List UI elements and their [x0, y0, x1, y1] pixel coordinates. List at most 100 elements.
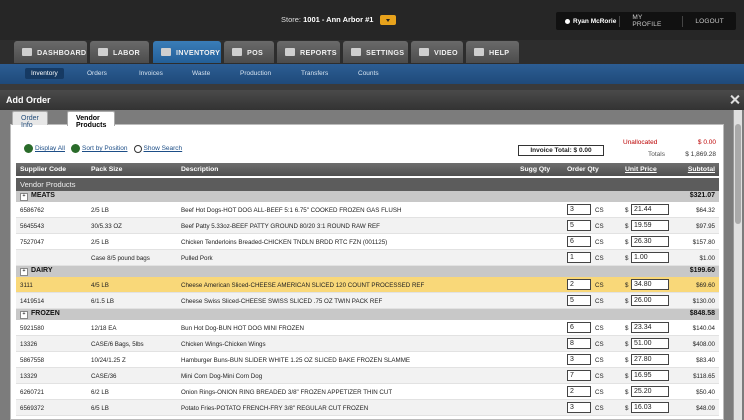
col-sugg-qty[interactable]: Sugg Qty — [520, 166, 550, 173]
grid-header: Supplier Code Pack Size Description Sugg… — [16, 163, 719, 176]
unit-price-input[interactable]: 26.30 — [631, 236, 669, 247]
scrollbar[interactable] — [733, 110, 742, 420]
store-dropdown-icon[interactable] — [379, 15, 396, 26]
store-name: 1001 - Ann Arbor #1 — [303, 15, 374, 24]
row-subtotal: $48.09 — [696, 405, 715, 412]
order-qty-input[interactable]: 3 — [567, 354, 591, 365]
order-qty-input[interactable]: 5 — [567, 220, 591, 231]
tab-reports[interactable]: REPORTS — [277, 41, 340, 63]
currency-symbol: $ — [625, 373, 629, 380]
col-unit-price[interactable]: Unit Price — [625, 166, 657, 173]
pack-size: 12/18 EA — [91, 325, 117, 332]
scrollbar-thumb[interactable] — [735, 124, 741, 224]
subnav-orders[interactable]: Orders — [87, 70, 107, 77]
tab-settings[interactable]: SETTINGS — [343, 41, 408, 63]
col-order-qty[interactable]: Order Qty — [567, 166, 599, 173]
col-pack-size[interactable]: Pack Size — [91, 166, 122, 173]
col-description[interactable]: Description — [181, 166, 218, 173]
table-row: 3111 4/5 LB Cheese American Sliced-CHEESE … — [16, 277, 719, 293]
unit-label: CS — [595, 373, 604, 380]
unit-price-input[interactable]: 27.80 — [631, 354, 669, 365]
unit-label: CS — [595, 405, 604, 412]
unit-label: CS — [595, 255, 604, 262]
row-subtotal: $157.80 — [692, 239, 715, 246]
subnav-production[interactable]: Production — [240, 70, 271, 77]
dashboard-icon — [22, 48, 32, 56]
currency-symbol: $ — [625, 223, 629, 230]
order-qty-input[interactable]: 2 — [567, 386, 591, 397]
help-icon — [474, 48, 484, 56]
tab-video[interactable]: VIDEO — [411, 41, 463, 63]
unit-price-input[interactable]: 25.20 — [631, 386, 669, 397]
show-search-link[interactable]: Show Search — [133, 144, 182, 153]
unit-price-input[interactable]: 16.95 — [631, 370, 669, 381]
unit-price-input[interactable]: 1.00 — [631, 252, 669, 263]
subnav-transfers[interactable]: Transfers — [301, 70, 328, 77]
category-name[interactable]: MEATS — [20, 192, 55, 201]
row-subtotal: $130.00 — [692, 298, 715, 305]
my-profile-link[interactable]: MY PROFILE — [620, 14, 682, 28]
modal-title: Add Order — [6, 95, 51, 105]
tab-labor[interactable]: LABOR — [90, 41, 149, 63]
order-qty-input[interactable]: 8 — [567, 338, 591, 349]
order-qty-input[interactable]: 6 — [567, 236, 591, 247]
close-icon[interactable] — [729, 94, 740, 105]
category-total: $848.58 — [689, 310, 715, 317]
supplier-code: 13326 — [20, 341, 38, 348]
logout-link[interactable]: LOGOUT — [683, 18, 736, 25]
sort-position-link[interactable]: Sort by Position — [70, 144, 128, 153]
unit-price-input[interactable]: 19.59 — [631, 220, 669, 231]
subnav-counts[interactable]: Counts — [358, 70, 379, 77]
order-qty-input[interactable]: 7 — [567, 370, 591, 381]
refresh-icon — [70, 144, 80, 153]
unit-price-input[interactable]: 21.44 — [631, 204, 669, 215]
category-row[interactable]: FROZEN $848.58 — [16, 309, 719, 320]
description: Pulled Pork — [181, 255, 213, 262]
description: Hamburger Buns-BUN SLIDER WHITE 1.25 OZ … — [181, 357, 410, 364]
unit-price-input[interactable]: 34.80 — [631, 279, 669, 290]
currency-symbol: $ — [625, 389, 629, 396]
description: Bun Hot Dog-BUN HOT DOG MINI FROZEN — [181, 325, 304, 332]
subnav-invoices[interactable]: Invoices — [139, 70, 163, 77]
tab-help[interactable]: HELP — [466, 41, 519, 63]
category-name[interactable]: FROZEN — [20, 310, 60, 319]
grid-toolbar: Display All Sort by Position Show Search — [24, 144, 182, 153]
col-subtotal[interactable]: Subtotal — [688, 166, 715, 173]
tab-order-info[interactable]: Order Info — [12, 111, 48, 129]
tab-dashboard[interactable]: DASHBOARD — [14, 41, 87, 63]
display-all-link[interactable]: Display All — [24, 144, 65, 153]
currency-symbol: $ — [625, 282, 629, 289]
subnav-waste[interactable]: Waste — [192, 70, 210, 77]
video-icon — [419, 48, 429, 56]
currency-symbol: $ — [625, 341, 629, 348]
unit-price-input[interactable]: 16.03 — [631, 402, 669, 413]
order-qty-input[interactable]: 3 — [567, 204, 591, 215]
category-row[interactable]: MEATS $321.07 — [16, 191, 719, 202]
grid-rows: MEATS $321.07 6586762 2/5 LB Beef Hot Dogs-H… — [16, 191, 719, 416]
user-name[interactable]: Ryan McRorie — [556, 18, 619, 25]
unit-price-input[interactable]: 26.00 — [631, 295, 669, 306]
description: Chicken Tenderloins Breaded-CHICKEN TNDL… — [181, 239, 388, 246]
table-row: 6586762 2/5 LB Beef Hot Dogs-HOT DOG ALL-B… — [16, 202, 719, 218]
tab-inventory[interactable]: INVENTORY — [153, 41, 221, 63]
table-row: 13329 CASE/36 Mini Corn Dog-Mini Corn Dog 7… — [16, 368, 719, 384]
col-supplier-code[interactable]: Supplier Code — [20, 166, 66, 173]
order-qty-input[interactable]: 3 — [567, 402, 591, 413]
tab-vendor-products[interactable]: Vendor Products — [67, 111, 116, 129]
table-row: 6260721 6/2 LB Onion Rings-ONION RING BREA… — [16, 384, 719, 400]
unit-label: CS — [595, 325, 604, 332]
order-qty-input[interactable]: 2 — [567, 279, 591, 290]
order-qty-input[interactable]: 5 — [567, 295, 591, 306]
description: Cheese American Sliced-CHEESE AMERICAN S… — [181, 282, 425, 289]
description: Mini Corn Dog-Mini Corn Dog — [181, 373, 263, 380]
tab-pos[interactable]: POS — [224, 41, 274, 63]
subnav-inventory[interactable]: Inventory — [25, 68, 64, 79]
category-row[interactable]: DAIRY $199.60 — [16, 266, 719, 277]
currency-symbol: $ — [625, 255, 629, 262]
inventory-icon — [161, 48, 171, 56]
order-qty-input[interactable]: 6 — [567, 322, 591, 333]
unit-price-input[interactable]: 51.00 — [631, 338, 669, 349]
category-name[interactable]: DAIRY — [20, 267, 53, 276]
unit-price-input[interactable]: 23.34 — [631, 322, 669, 333]
order-qty-input[interactable]: 1 — [567, 252, 591, 263]
